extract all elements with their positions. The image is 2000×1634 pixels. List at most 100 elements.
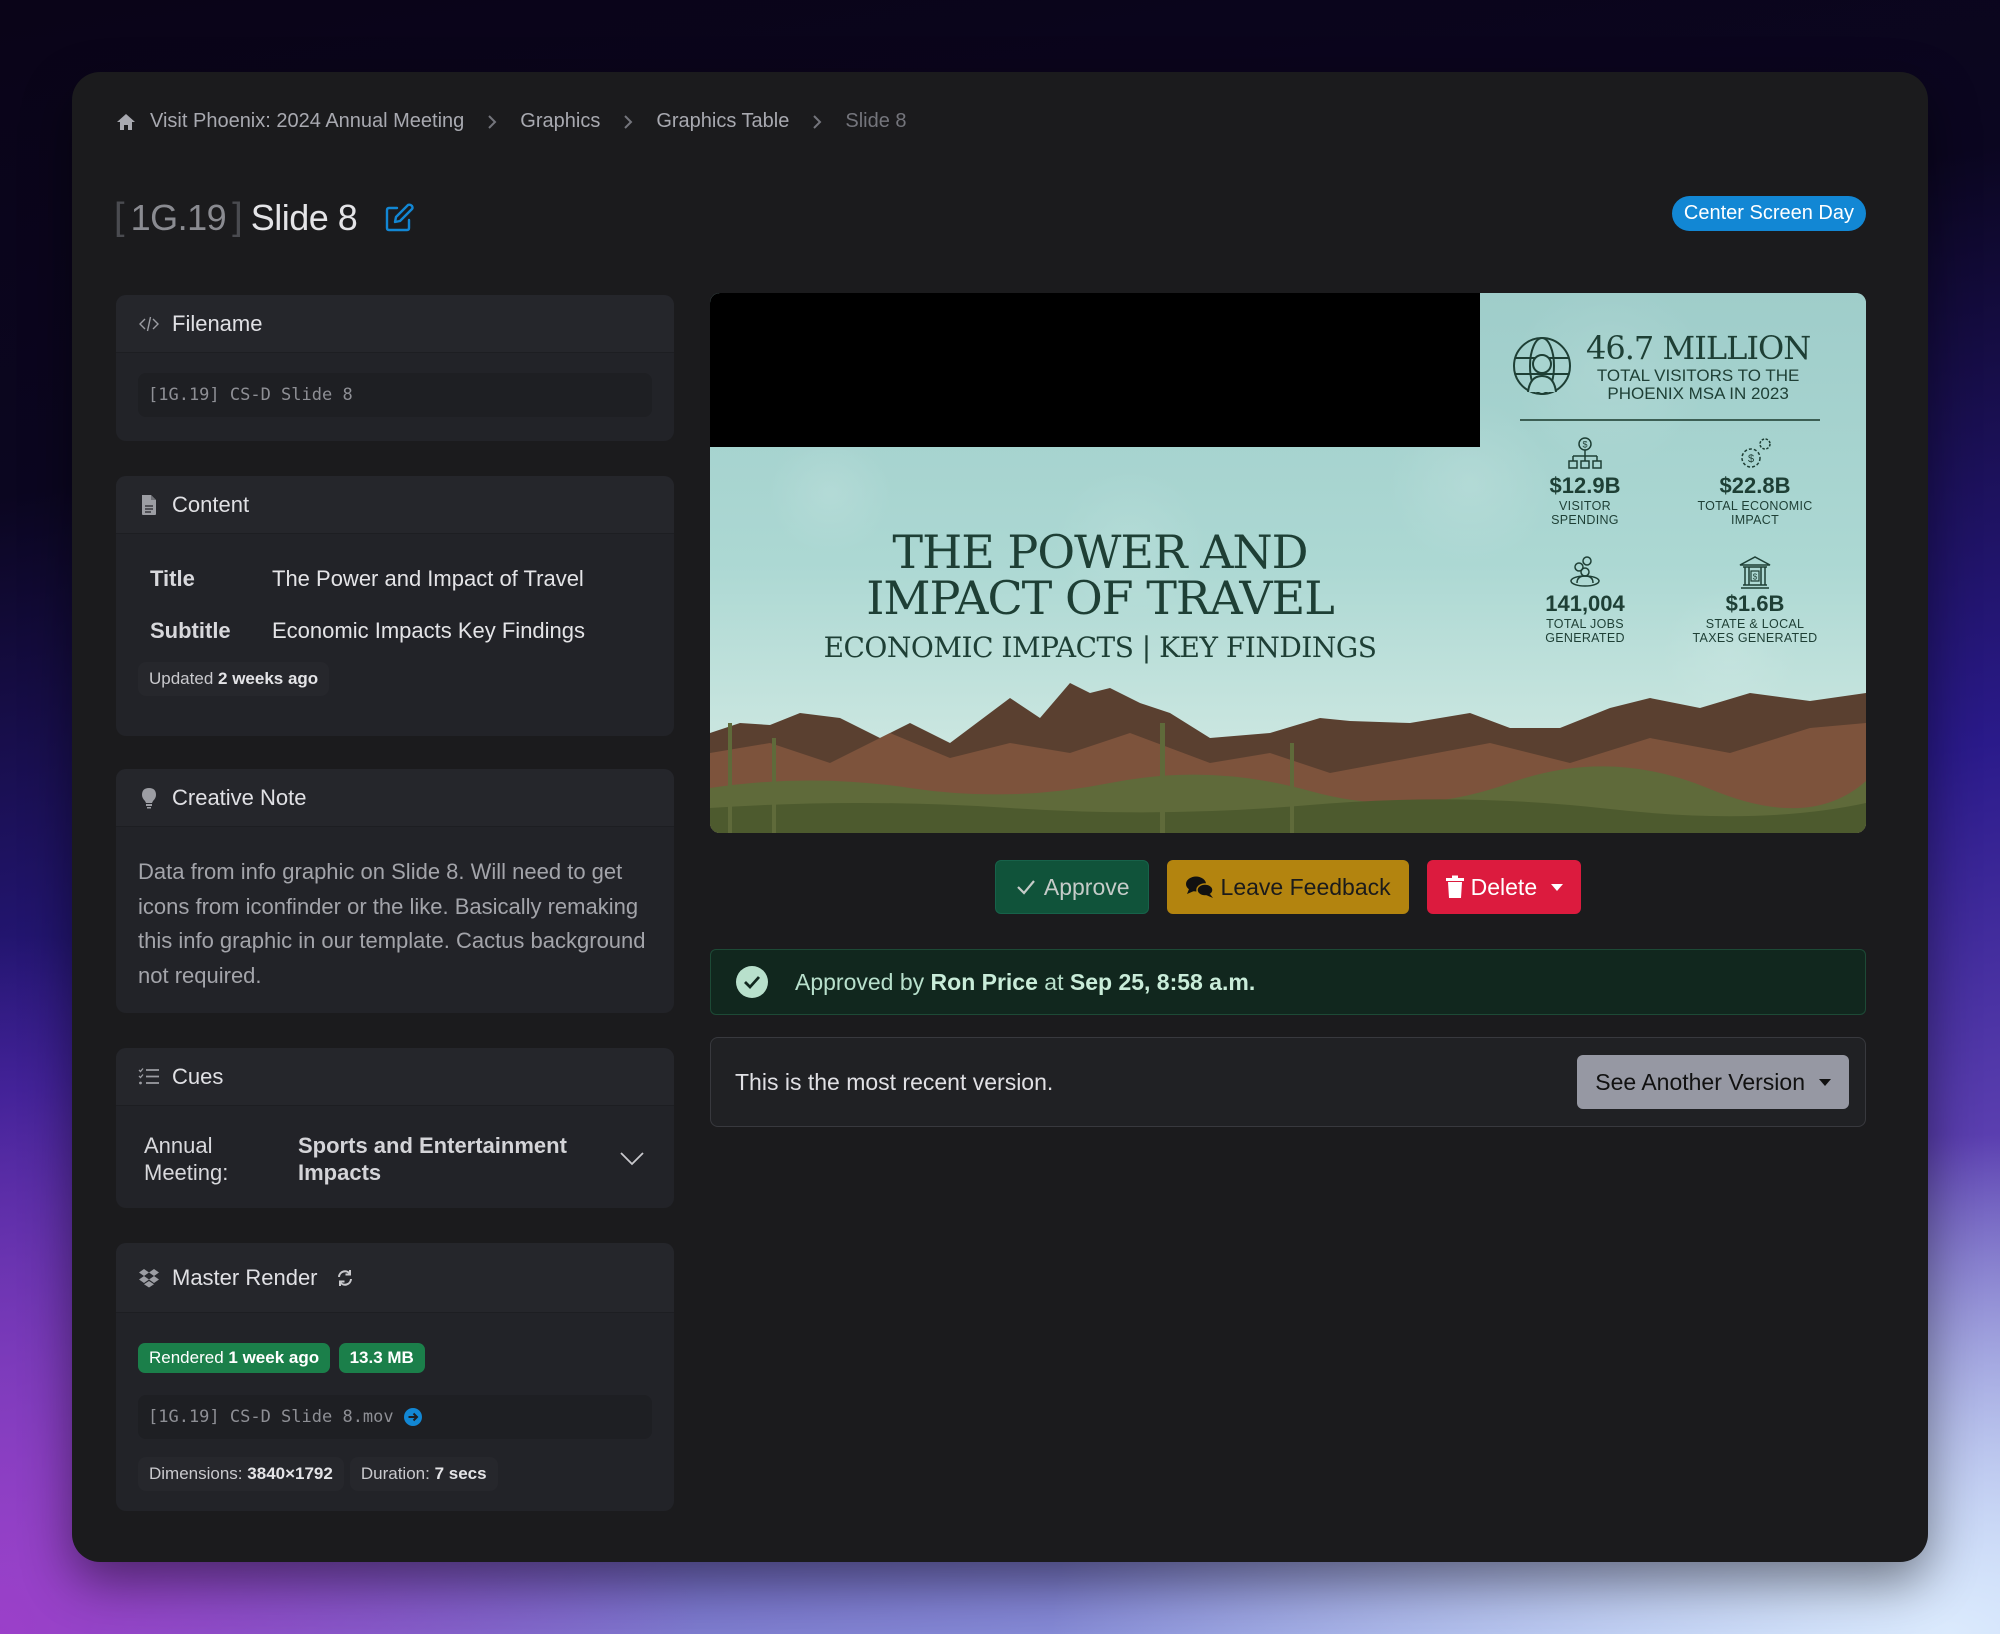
- version-panel: This is the most recent version. See Ano…: [710, 1037, 1866, 1127]
- approval-status: Approved by Ron Price at Sep 25, 8:58 a.…: [710, 949, 1866, 1015]
- dimensions-value: 3840×1792: [247, 1464, 333, 1483]
- approver-name: Ron Price: [930, 968, 1038, 995]
- visitors-stat: 46.7 MILLION TOTAL VISITORS TO THE PHOEN…: [1500, 329, 1840, 403]
- field-label: Title: [150, 566, 195, 591]
- card-header: Filename: [116, 295, 674, 353]
- people-group-icon: [1570, 556, 1600, 587]
- leave-feedback-button[interactable]: Leave Feedback: [1166, 860, 1409, 914]
- stat-caption: VISITOR: [1559, 499, 1611, 513]
- creative-note-text: Data from info graphic on Slide 8. Will …: [138, 859, 646, 988]
- feedback-label: Leave Feedback: [1220, 873, 1391, 900]
- chevron-right-icon: [811, 114, 823, 130]
- dollar-hierarchy-icon: $: [1568, 437, 1602, 469]
- refresh-icon[interactable]: [334, 1267, 356, 1289]
- slide-title-line1: THE POWER AND: [892, 525, 1308, 579]
- breadcrumb-item-graphics-table[interactable]: Graphics Table: [656, 110, 789, 133]
- bank-icon: $: [1739, 556, 1771, 589]
- stat-caption: SPENDING: [1551, 513, 1619, 527]
- dollar-gears-icon: $: [1741, 438, 1771, 468]
- blank-region: [710, 293, 1480, 447]
- approve-label: Approve: [1043, 873, 1130, 900]
- render-filename: [1G.19] CS-D Slide 8.mov: [148, 1407, 394, 1427]
- field-label: Subtitle: [150, 618, 231, 643]
- card-header: Content: [116, 476, 674, 534]
- duration-label: Duration:: [360, 1464, 430, 1483]
- stat-caption: STATE & LOCAL: [1705, 617, 1805, 631]
- stat-caption: GENERATED: [1545, 631, 1625, 645]
- action-buttons: Approve Leave Feedback Delete: [710, 860, 1866, 914]
- caret-down-icon: [1551, 883, 1564, 891]
- checklist-icon: [138, 1066, 160, 1088]
- render-file: [1G.19] CS-D Slide 8.mov: [138, 1395, 652, 1439]
- see-another-version-button[interactable]: See Another Version: [1577, 1055, 1849, 1109]
- stat-value: $1.6B: [1725, 591, 1785, 616]
- card-title: Content: [172, 491, 250, 517]
- chevron-down-icon[interactable]: [618, 1144, 646, 1172]
- master-render-card: Master Render Rendered 1 week ago 13.3 M…: [116, 1243, 674, 1511]
- duration-value: 7 secs: [434, 1464, 487, 1483]
- stat-caption: TAXES GENERATED: [1692, 631, 1818, 645]
- file-text-icon: [138, 494, 160, 516]
- edit-icon[interactable]: [383, 202, 415, 234]
- stat-value: $22.8B: [1719, 473, 1791, 498]
- card-title: Creative Note: [172, 784, 307, 810]
- stats-grid: $ $12.9B VISITOR SPENDING $ $22.8B TOTAL…: [1500, 437, 1840, 645]
- code-icon: [138, 313, 160, 335]
- chevron-right-icon: [622, 114, 634, 130]
- page-title: [ 1G.19 ] Slide 8: [114, 196, 415, 239]
- day-badge: Center Screen Day: [1671, 196, 1866, 231]
- stat-caption: TOTAL JOBS: [1546, 617, 1624, 631]
- slide-preview[interactable]: THE POWER AND IMPACT OF TRAVEL ECONOMIC …: [710, 293, 1866, 833]
- arrow-right-circle-icon[interactable]: [403, 1408, 422, 1426]
- approval-at: at: [1044, 968, 1064, 995]
- app-window: Visit Phoenix: 2024 Annual Meeting Graph…: [72, 72, 1928, 1562]
- stat-visitor-spending: $ $12.9B VISITOR SPENDING: [1500, 437, 1670, 527]
- cue-item[interactable]: Annual Meeting: Sports and Entertainment…: [138, 1126, 652, 1192]
- approve-button[interactable]: Approve: [994, 860, 1149, 914]
- visitors-caption-1: TOTAL VISITORS TO THE: [1596, 366, 1800, 385]
- visitors-caption-2: PHOENIX MSA IN 2023: [1607, 384, 1789, 403]
- code-bracket-open: [: [114, 196, 125, 238]
- delete-button[interactable]: Delete: [1426, 860, 1582, 914]
- card-header: Creative Note: [116, 769, 674, 827]
- cue-value: Sports and Entertainment Impacts: [298, 1133, 567, 1185]
- trash-icon: [1445, 875, 1465, 899]
- dimensions-badge: Dimensions: 3840×1792: [138, 1457, 344, 1491]
- version-status: This is the most recent version.: [735, 1068, 1054, 1095]
- cue-label: Annual Meeting:: [144, 1133, 229, 1185]
- content-field-title: Title The Power and Impact of Travel: [150, 566, 640, 592]
- stat-taxes: $ $1.6B STATE & LOCAL TAXES GENERATED: [1670, 555, 1840, 645]
- breadcrumb-item-current: Slide 8: [845, 110, 907, 132]
- slide-title-line2: IMPACT OF TRAVEL: [866, 571, 1335, 625]
- rendered-value: 1 week ago: [228, 1348, 320, 1367]
- rendered-badge: Rendered 1 week ago: [138, 1343, 331, 1373]
- caret-down-icon: [1819, 1078, 1831, 1086]
- check-icon: [1014, 875, 1038, 899]
- content-field-subtitle: Subtitle Economic Impacts Key Findings: [150, 618, 640, 644]
- check-circle-icon: [735, 965, 769, 999]
- render-meta: Dimensions: 3840×1792 Duration: 7 secs: [138, 1457, 652, 1491]
- card-header: Master Render: [116, 1243, 674, 1313]
- render-badges: Rendered 1 week ago 13.3 MB: [138, 1343, 652, 1373]
- code-bracket-close: ]: [232, 196, 243, 238]
- cues-card: Cues Annual Meeting: Sports and Entertai…: [116, 1048, 674, 1208]
- lightbulb-icon: [138, 787, 160, 809]
- slide-title: Slide 8: [250, 196, 358, 238]
- slide-headline: THE POWER AND IMPACT OF TRAVEL ECONOMIC …: [820, 529, 1380, 664]
- chevron-right-icon: [486, 114, 498, 130]
- infographic: 46.7 MILLION TOTAL VISITORS TO THE PHOEN…: [1500, 329, 1840, 645]
- dropbox-icon: [138, 1267, 160, 1289]
- version-button-label: See Another Version: [1595, 1068, 1805, 1095]
- updated-value: 2 weeks ago: [218, 669, 319, 688]
- field-value: The Power and Impact of Travel: [272, 566, 584, 591]
- creative-note-card: Creative Note Data from info graphic on …: [116, 769, 674, 1013]
- filename-card: Filename [1G.19] CS-D Slide 8: [116, 295, 674, 441]
- content-card: Content Title The Power and Impact of Tr…: [116, 476, 674, 736]
- updated-badge: Updated 2 weeks ago: [138, 662, 330, 696]
- breadcrumb-item-project[interactable]: Visit Phoenix: 2024 Annual Meeting: [150, 110, 464, 133]
- filename-value: [1G.19] CS-D Slide 8: [138, 373, 652, 417]
- home-icon[interactable]: [116, 112, 136, 132]
- breadcrumb-item-graphics[interactable]: Graphics: [520, 110, 600, 133]
- divider: [1520, 419, 1820, 421]
- svg-text:$: $: [1753, 573, 1758, 582]
